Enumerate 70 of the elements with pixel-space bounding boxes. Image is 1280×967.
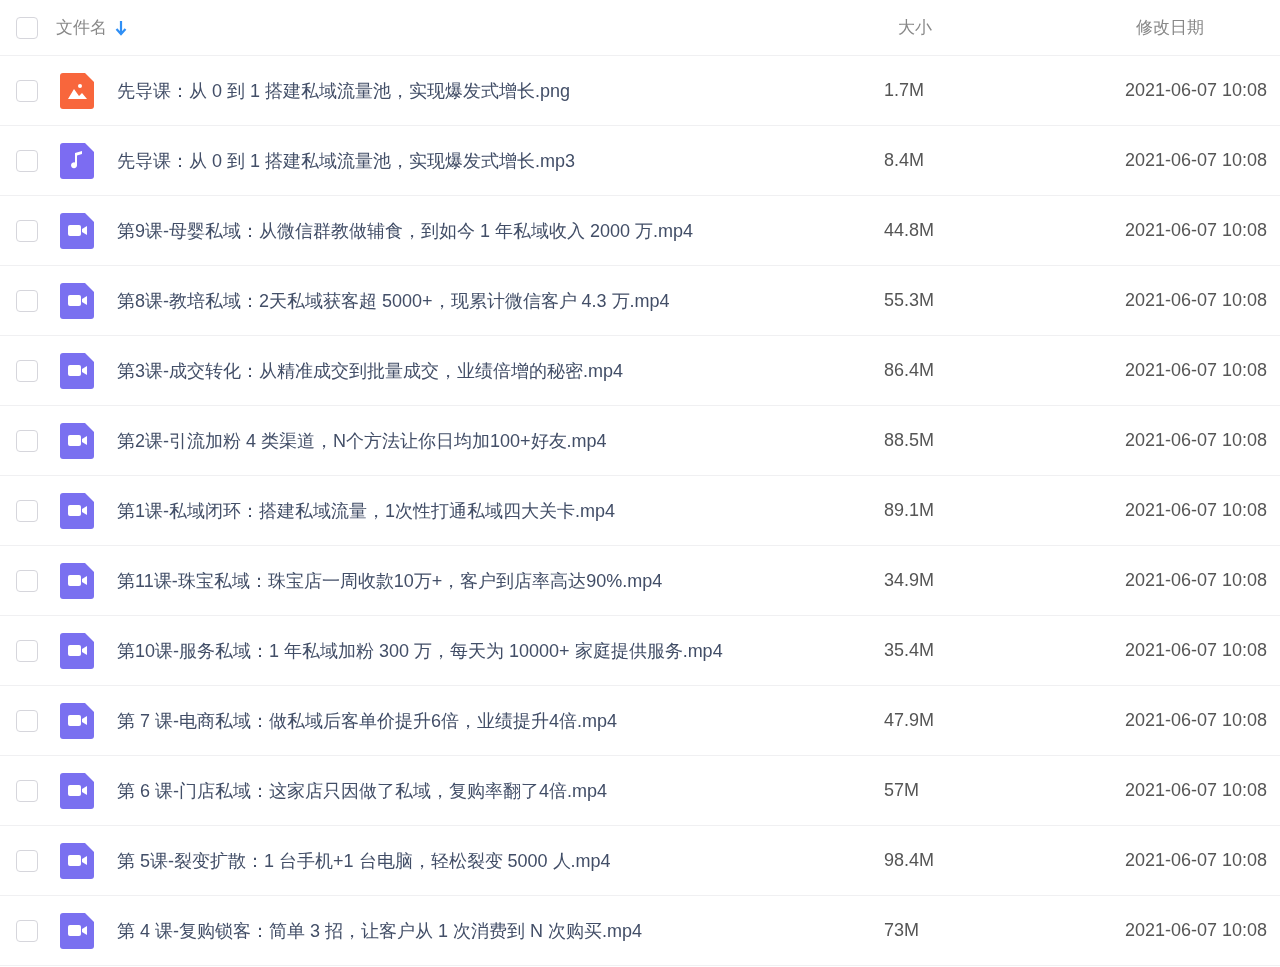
file-name[interactable]: 第11课-珠宝私域：珠宝店一周收款10万+，客户到店率高达90%.mp4 — [117, 568, 884, 593]
video-file-icon — [60, 772, 94, 809]
file-name[interactable]: 第 5课-裂变扩散：1 台手机+1 台电脑，轻松裂变 5000 人.mp4 — [117, 848, 884, 873]
video-file-icon — [60, 422, 94, 459]
video-file-icon — [60, 912, 94, 949]
modified-date: 2021-06-07 10:08 — [1123, 780, 1268, 801]
checkbox[interactable] — [16, 849, 38, 872]
modified-date: 2021-06-07 10:08 — [1123, 850, 1268, 871]
file-name[interactable]: 第 4 课-复购锁客：简单 3 招，让客户从 1 次消费到 N 次购买.mp4 — [117, 918, 884, 943]
file-name[interactable]: 先导课：从 0 到 1 搭建私域流量池，实现爆发式增长.mp3 — [117, 148, 884, 173]
file-name[interactable]: 第 6 课-门店私域：这家店只因做了私域，复购率翻了4倍.mp4 — [117, 778, 884, 803]
file-size: 88.5M — [884, 430, 936, 451]
file-size: 73M — [884, 920, 920, 941]
file-size: 89.1M — [884, 500, 936, 521]
file-size: 57M — [884, 780, 920, 801]
video-file-icon — [60, 842, 94, 879]
checkbox[interactable] — [16, 709, 38, 732]
modified-date: 2021-06-07 10:08 — [1123, 640, 1268, 661]
modified-date: 2021-06-07 10:08 — [1123, 290, 1268, 311]
file-name[interactable]: 先导课：从 0 到 1 搭建私域流量池，实现爆发式增长.png — [117, 78, 884, 103]
modified-date: 2021-06-07 10:08 — [1123, 500, 1268, 521]
video-file-icon — [60, 562, 94, 599]
file-size: 98.4M — [884, 850, 936, 871]
file-size: 8.4M — [884, 150, 926, 171]
checkbox[interactable] — [16, 289, 38, 312]
video-file-icon — [60, 632, 94, 669]
size-column-header[interactable]: 大小 — [884, 16, 1084, 39]
file-size: 86.4M — [884, 360, 936, 381]
checkbox[interactable] — [16, 499, 38, 522]
modified-date: 2021-06-07 10:08 — [1123, 150, 1268, 171]
modified-date: 2021-06-07 10:08 — [1123, 80, 1268, 101]
modified-date: 2021-06-07 10:08 — [1123, 430, 1268, 451]
checkbox[interactable] — [16, 219, 38, 242]
checkbox[interactable] — [16, 569, 38, 592]
file-name[interactable]: 第3课-成交转化：从精准成交到批量成交，业绩倍增的秘密.mp4 — [117, 358, 884, 383]
video-file-icon — [60, 492, 94, 529]
file-name[interactable]: 第10课-服务私域：1 年私域加粉 300 万，每天为 10000+ 家庭提供服务.mp4 — [117, 638, 884, 663]
date-column-header[interactable]: 修改日期 — [1084, 16, 1280, 39]
checkbox[interactable] — [16, 79, 38, 102]
modified-date: 2021-06-07 10:08 — [1123, 220, 1268, 241]
file-size: 35.4M — [884, 640, 936, 661]
audio-file-icon — [60, 142, 94, 179]
checkbox[interactable] — [16, 919, 38, 942]
checkbox[interactable] — [16, 16, 38, 39]
checkbox[interactable] — [16, 359, 38, 382]
file-name[interactable]: 第 7 课-电商私域：做私域后客单价提升6倍，业绩提升4倍.mp4 — [117, 708, 884, 733]
file-size: 47.9M — [884, 710, 936, 731]
file-size: 55.3M — [884, 290, 936, 311]
video-file-icon — [60, 702, 94, 739]
modified-date: 2021-06-07 10:08 — [1123, 360, 1268, 381]
file-size: 1.7M — [884, 80, 926, 101]
checkbox[interactable] — [16, 429, 38, 452]
video-file-icon — [60, 352, 94, 389]
checkbox[interactable] — [16, 779, 38, 802]
video-file-icon — [60, 282, 94, 319]
name-column-header[interactable]: 文件名 — [56, 16, 107, 39]
file-size: 44.8M — [884, 220, 936, 241]
modified-date: 2021-06-07 10:08 — [1123, 710, 1268, 731]
file-name[interactable]: 第1课-私域闭环：搭建私域流量，1次性打通私域四大关卡.mp4 — [117, 498, 884, 523]
file-name[interactable]: 第8课-教培私域：2天私域获客超 5000+，现累计微信客户 4.3 万.mp4 — [117, 288, 884, 313]
sort-arrow-icon[interactable] — [115, 19, 127, 36]
modified-date: 2021-06-07 10:08 — [1123, 920, 1268, 941]
file-size: 34.9M — [884, 570, 936, 591]
video-file-icon — [60, 212, 94, 249]
file-name[interactable]: 第9课-母婴私域：从微信群教做辅食，到如今 1 年私域收入 2000 万.mp4 — [117, 218, 884, 243]
modified-date: 2021-06-07 10:08 — [1123, 570, 1268, 591]
checkbox[interactable] — [16, 639, 38, 662]
image-file-icon — [60, 72, 94, 109]
checkbox[interactable] — [16, 149, 38, 172]
file-name[interactable]: 第2课-引流加粉 4 类渠道，N个方法让你日均加100+好友.mp4 — [117, 428, 884, 453]
